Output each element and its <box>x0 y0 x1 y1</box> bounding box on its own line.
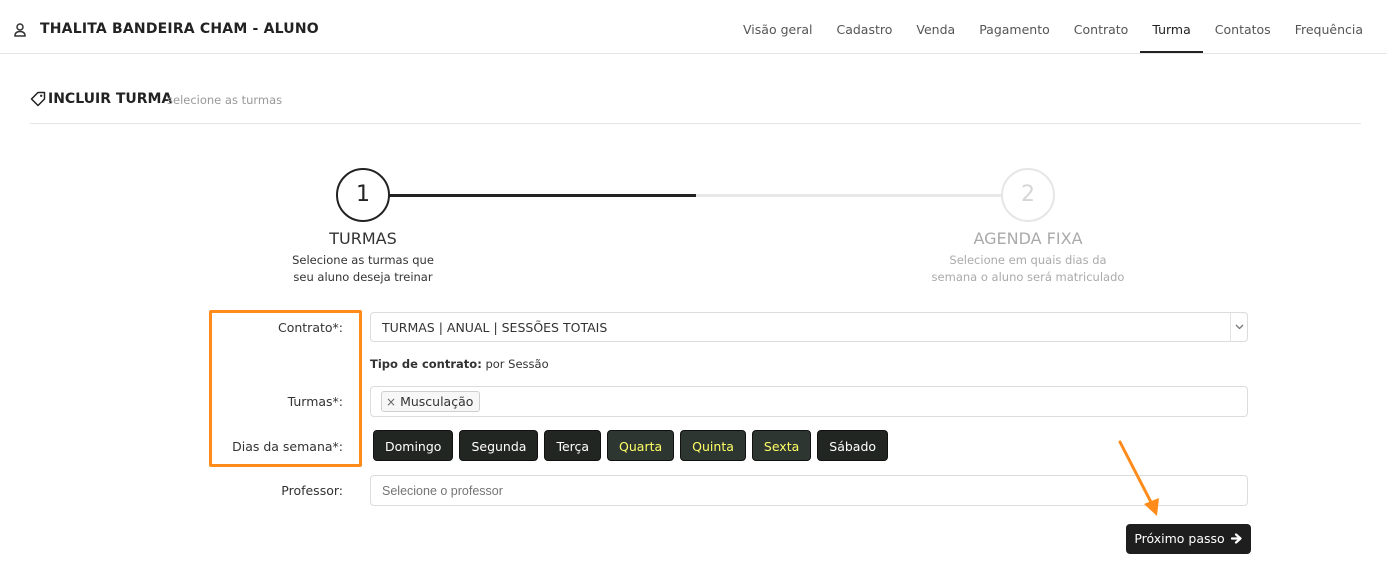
next-step-button[interactable]: Próximo passo <box>1126 524 1251 554</box>
student-name: THALITA BANDEIRA CHAM - ALUNO <box>40 21 319 37</box>
step-1-title: TURMAS <box>329 229 397 248</box>
day-button-quarta[interactable]: Quarta <box>607 430 675 461</box>
annotation-arrow-icon <box>1118 440 1159 516</box>
remove-chip-icon[interactable]: × <box>386 395 396 409</box>
chevron-down-icon[interactable] <box>1230 313 1247 341</box>
tab-pagamento[interactable]: Pagamento <box>967 0 1062 53</box>
tab-visao-geral[interactable]: Visão geral <box>731 0 824 53</box>
contract-type-value: por Sessão <box>485 357 549 371</box>
step-1-desc-line: seu aluno deseja treinar <box>293 270 433 284</box>
turma-chip: × Musculação <box>381 391 481 412</box>
tab-turma[interactable]: Turma <box>1140 0 1203 53</box>
contract-type-label: Tipo de contrato: <box>370 357 482 371</box>
next-step-label: Próximo passo <box>1134 531 1225 546</box>
professor-label: Professor: <box>281 483 343 498</box>
tab-venda[interactable]: Venda <box>904 0 967 53</box>
step-1-circle: 1 <box>336 168 390 222</box>
tag-icon <box>30 91 46 107</box>
tab-frequencia[interactable]: Frequência <box>1283 0 1375 53</box>
step-2-title: AGENDA FIXA <box>973 229 1083 248</box>
contract-type-info: Tipo de contrato: por Sessão <box>370 357 549 371</box>
user-icon <box>14 23 26 37</box>
tab-contatos[interactable]: Contatos <box>1203 0 1283 53</box>
day-button-sabado[interactable]: Sábado <box>817 430 889 461</box>
main-nav: Visão geral Cadastro Venda Pagamento Con… <box>731 0 1375 54</box>
contrato-label: Contrato*: <box>277 320 343 335</box>
step-2-desc-line: Selecione em quais dias da <box>949 253 1107 267</box>
step-2-description: Selecione em quais dias da semana o alun… <box>918 252 1138 286</box>
stepper-line-pending <box>696 194 1002 197</box>
stepper-line-done <box>389 194 696 197</box>
step-2-desc-line: semana o aluno será matriculado <box>931 270 1125 284</box>
section-header: INCLUIR TURMA selecione as turmas <box>30 89 1361 124</box>
step-1-description: Selecione as turmas que seu aluno deseja… <box>263 252 463 286</box>
turma-chip-label: Musculação <box>400 394 474 409</box>
section-title: INCLUIR TURMA <box>48 91 173 107</box>
top-bar: THALITA BANDEIRA CHAM - ALUNO Visão gera… <box>0 0 1387 54</box>
contrato-select[interactable]: TURMAS | ANUAL | SESSÕES TOTAIS <box>370 312 1248 342</box>
day-button-quinta[interactable]: Quinta <box>680 430 746 461</box>
turmas-label: Turmas*: <box>287 394 343 409</box>
dias-semana-label: Dias da semana*: <box>232 439 343 454</box>
turmas-multiselect[interactable]: × Musculação <box>370 386 1248 417</box>
contrato-selected-value: TURMAS | ANUAL | SESSÕES TOTAIS <box>382 320 608 335</box>
day-button-segunda[interactable]: Segunda <box>459 430 539 461</box>
step-1-desc-line: Selecione as turmas que <box>292 253 434 267</box>
tab-cadastro[interactable]: Cadastro <box>824 0 904 53</box>
day-button-terca[interactable]: Terça <box>544 430 602 461</box>
day-button-domingo[interactable]: Domingo <box>373 430 454 461</box>
step-2-circle: 2 <box>1001 168 1055 222</box>
tab-contrato[interactable]: Contrato <box>1062 0 1141 53</box>
section-subtitle: selecione as turmas <box>167 93 283 107</box>
arrow-right-icon <box>1230 533 1242 544</box>
days-of-week: Domingo Segunda Terça Quarta Quinta Sext… <box>373 430 894 461</box>
day-button-sexta[interactable]: Sexta <box>751 430 812 461</box>
